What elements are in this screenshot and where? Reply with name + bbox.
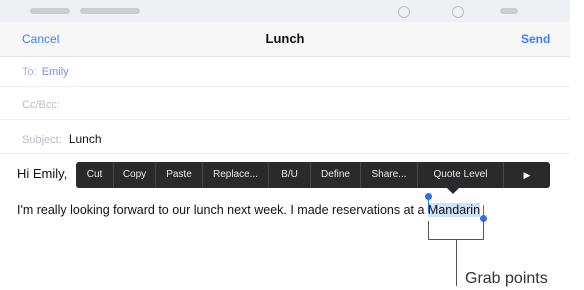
menu-more-arrow-icon[interactable]: ▶ [504,162,550,188]
menu-item-quote-level[interactable]: Quote Level [418,162,504,188]
edit-menu: Cut Copy Paste Replace... B/U Define Sha… [76,162,550,188]
subject-field[interactable]: Subject: Lunch [22,132,102,146]
cc-bcc-label: Cc/Bcc: [22,99,60,111]
menu-item-copy[interactable]: Copy [114,162,156,188]
location-icon [452,6,464,18]
grab-handle-end-stem [483,205,484,219]
status-bar [0,0,570,23]
compose-title: Lunch [265,31,305,46]
divider [0,86,570,87]
divider [0,153,570,154]
callout-bracket-left [428,221,429,240]
menu-item-paste[interactable]: Paste [156,162,203,188]
menu-item-cut[interactable]: Cut [76,162,114,188]
subject-value[interactable]: Lunch [69,132,102,146]
subject-label: Subject: [22,134,62,146]
body-greeting[interactable]: Hi Emily, [17,166,67,181]
menu-pointer [447,188,459,194]
menu-item-define[interactable]: Define [311,162,361,188]
send-button[interactable]: Send [521,32,550,46]
menu-item-replace[interactable]: Replace... [203,162,269,188]
menu-item-share[interactable]: Share... [361,162,418,188]
compose-navbar: Cancel Lunch Send [0,22,570,57]
status-carrier-blur [30,8,70,14]
callout-leader-line [456,240,457,286]
body-text-prefix: I'm really looking forward to our lunch … [17,203,428,217]
menu-item-bold-underline[interactable]: B/U [269,162,311,188]
to-label: To: [22,66,37,78]
callout-label: Grab points [465,270,548,287]
to-field[interactable]: To: Emily [22,66,69,78]
body-text[interactable]: I'm really looking forward to our lunch … [17,203,481,217]
callout-bracket-right [483,221,484,240]
to-recipient[interactable]: Emily [42,66,69,78]
battery-icon [500,8,518,14]
grab-handle-start-stem [428,199,429,213]
selected-word[interactable]: Mandarin [427,203,481,217]
divider [0,119,570,120]
status-text-blur [80,8,140,14]
cc-bcc-field[interactable]: Cc/Bcc: [22,99,60,111]
wifi-icon [398,6,410,18]
